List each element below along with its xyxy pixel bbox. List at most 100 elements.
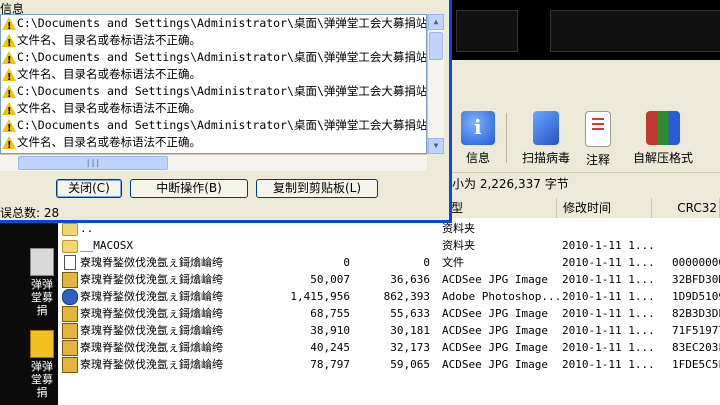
file-list[interactable]: .. 资料夹 __MACOSX 资料夹 2010-1-11 1... 寮瑰脊鍫傚…	[58, 218, 720, 405]
file-type: ACDSee JPG Image	[442, 341, 548, 354]
file-type: ACDSee JPG Image	[442, 358, 548, 371]
jpg-file-icon	[62, 306, 78, 322]
file-type: ACDSee JPG Image	[442, 273, 548, 286]
horizontal-scrollbar[interactable]: |||	[0, 154, 427, 171]
title-bar	[450, 0, 720, 60]
column-header-crc[interactable]: CRC32	[652, 198, 720, 218]
file-icon	[64, 255, 76, 270]
desktop-icon-label: 弹弹堂募捐	[31, 278, 53, 317]
menu-bar	[450, 60, 720, 106]
warning-icon	[2, 102, 16, 120]
file-name: 寮瑰脊鍫傚伐浼氬ぇ鎶熻崘绔	[80, 341, 223, 354]
file-modified: 2010-1-11 1...	[562, 358, 655, 371]
folder-icon	[62, 240, 78, 253]
file-crc: 1FDE5C5F	[672, 358, 720, 371]
desktop-icon-label: 弹弹堂募捐	[31, 360, 53, 399]
message-list[interactable]: C:\Documents and Settings\Administrator\…	[0, 14, 427, 154]
photoshop-file-icon	[62, 289, 78, 305]
list-item[interactable]: 寮瑰脊鍫傚伐浼氬ぇ鎶熻崘绔 68,755 55,633 ACDSee JPG I…	[58, 305, 720, 322]
comment-icon	[585, 111, 611, 147]
file-name: 寮瑰脊鍫傚伐浼氬ぇ鎶熻崘绔	[80, 273, 223, 286]
vertical-scrollbar[interactable]: ▲ ▼	[427, 14, 444, 154]
list-item[interactable]: 寮瑰脊鍫傚伐浼氬ぇ鎶熻崘绔 0 0 文件 2010-1-11 1... 0000…	[58, 254, 720, 271]
abort-button[interactable]: 中断操作(B)	[130, 179, 248, 198]
warning-icon	[2, 85, 16, 103]
title-bar-area-left	[456, 10, 518, 52]
file-size: 40,245	[310, 341, 350, 354]
file-modified: 2010-1-11 1...	[562, 324, 655, 337]
warning-icon	[2, 17, 16, 35]
column-header-type[interactable]: 型	[445, 198, 557, 218]
file-name: 寮瑰脊鍫傚伐浼氬ぇ鎶熻崘绔	[80, 324, 223, 337]
file-size: 38,910	[310, 324, 350, 337]
file-name: 寮瑰脊鍫傚伐浼氬ぇ鎶熻崘绔	[80, 290, 223, 303]
file-type: ACDSee JPG Image	[442, 324, 548, 337]
sfx-label: 自解压格式	[632, 151, 693, 165]
file-size: 1,415,956	[290, 290, 350, 303]
file-modified: 2010-1-11 1...	[562, 341, 655, 354]
list-item[interactable]: 寮瑰脊鍫傚伐浼氬ぇ鎶熻崘绔 50,007 36,636 ACDSee JPG I…	[58, 271, 720, 288]
info-icon: i	[461, 111, 495, 145]
file-name: 寮瑰脊鍫傚伐浼氬ぇ鎶熻崘绔	[80, 358, 223, 371]
file-packed: 36,636	[390, 273, 430, 286]
toolbar: i 信息 扫描病毒 注释 自解压格式	[450, 105, 720, 170]
file-type: 资料夹	[442, 239, 475, 252]
file-modified: 2010-1-11 1...	[562, 273, 655, 286]
warning-icon	[2, 51, 16, 69]
file-crc: 00000000	[672, 256, 720, 269]
list-item[interactable]: __MACOSX 资料夹 2010-1-11 1...	[58, 237, 720, 254]
file-name: 寮瑰脊鍫傚伐浼氬ぇ鎶熻崘绔	[80, 256, 223, 269]
file-type: ACDSee JPG Image	[442, 307, 548, 320]
jpg-file-icon	[62, 340, 78, 356]
archive-size-status: 小为 2,226,337 字节	[450, 172, 720, 195]
file-packed: 0	[423, 256, 430, 269]
file-packed: 55,633	[390, 307, 430, 320]
jpg-file-icon	[62, 323, 78, 339]
file-icon	[30, 248, 54, 276]
info-button[interactable]: i 信息	[456, 109, 500, 167]
file-size: 78,797	[310, 358, 350, 371]
file-crc: 32BFD30D	[672, 273, 720, 286]
horizontal-scroll-thumb[interactable]: |||	[18, 156, 168, 170]
vertical-scroll-thumb[interactable]	[429, 32, 443, 60]
file-modified: 2010-1-11 1...	[562, 290, 655, 303]
file-type: Adobe Photoshop...	[442, 290, 562, 303]
file-crc: 82B3D3DE	[672, 307, 720, 320]
sfx-button[interactable]: 自解压格式	[630, 109, 696, 167]
title-bar-area-right	[550, 10, 720, 52]
comment-label: 注释	[585, 153, 610, 167]
toolbar-separator	[506, 113, 507, 163]
list-item[interactable]: 寮瑰脊鍫傚伐浼氬ぇ鎶熻崘绔 1,415,956 862,393 Adobe Ph…	[58, 288, 720, 305]
file-name: 寮瑰脊鍫傚伐浼氬ぇ鎶熻崘绔	[80, 307, 223, 320]
jpg-file-icon	[62, 357, 78, 373]
file-packed: 862,393	[383, 290, 430, 303]
archive-size-text: 小为 2,226,337 字节	[452, 177, 569, 191]
file-crc: 1D9D5109	[672, 290, 720, 303]
folder-icon	[30, 330, 54, 358]
file-crc: 71F51977	[672, 324, 720, 337]
close-button[interactable]: 关闭(C)	[56, 179, 122, 198]
jpg-file-icon	[62, 272, 78, 288]
warning-icon	[2, 119, 16, 137]
file-name: __MACOSX	[80, 239, 133, 252]
list-item[interactable]: 寮瑰脊鍫傚伐浼氬ぇ鎶熻崘绔 40,245 32,173 ACDSee JPG I…	[58, 339, 720, 356]
warning-icon	[2, 68, 16, 86]
scan-virus-button[interactable]: 扫描病毒	[516, 109, 576, 167]
list-item[interactable]: 寮瑰脊鍫傚伐浼氬ぇ鎶熻崘绔 78,797 59,065 ACDSee JPG I…	[58, 356, 720, 373]
scan-virus-icon	[533, 111, 559, 145]
list-item[interactable]: 寮瑰脊鍫傚伐浼氬ぇ鎶熻崘绔 38,910 30,181 ACDSee JPG I…	[58, 322, 720, 339]
scroll-up-icon[interactable]: ▲	[428, 14, 444, 30]
file-size: 50,007	[310, 273, 350, 286]
error-count: 误总数: 28	[0, 206, 60, 220]
column-header-modified[interactable]: 修改时间	[557, 198, 652, 218]
file-size: 0	[343, 256, 350, 269]
file-modified: 2010-1-11 1...	[562, 307, 655, 320]
file-packed: 32,173	[390, 341, 430, 354]
sfx-icon	[646, 111, 680, 145]
warning-icon	[2, 34, 16, 52]
comment-button[interactable]: 注释	[578, 109, 618, 167]
copy-to-clipboard-button[interactable]: 复制到剪贴板(L)	[256, 179, 378, 198]
column-headers: 型 修改时间 CRC32	[445, 198, 720, 219]
scroll-down-icon[interactable]: ▼	[428, 138, 444, 154]
file-packed: 59,065	[390, 358, 430, 371]
